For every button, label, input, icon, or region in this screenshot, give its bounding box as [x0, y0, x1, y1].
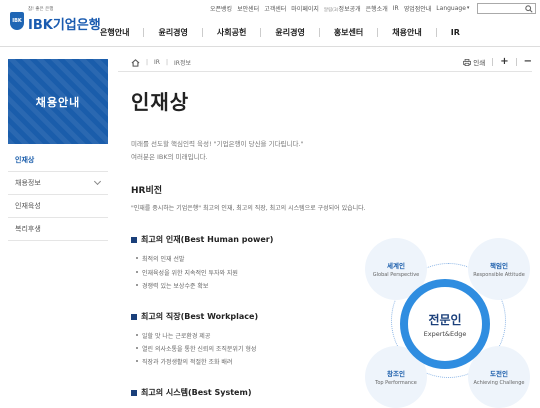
lnb-banner-title: 채용안내: [35, 95, 81, 109]
nav-item[interactable]: 은행안내: [100, 27, 129, 38]
square-bullet-icon: [131, 389, 137, 396]
chevron-down-icon: ▾: [466, 5, 470, 11]
util-prefix: 알림(3): [323, 7, 339, 13]
search-input[interactable]: [477, 2, 536, 14]
util-link[interactable]: 오픈뱅킹: [210, 4, 232, 13]
intro-text: 미래를 선도할 핵심인력 육성! "기업은행이 당신을 기다립니다.": [131, 140, 304, 148]
page: 오픈뱅킹 보안센터 고객센터 마이페이지 알림(3)정보공개 은행소개 IR 영…: [0, 0, 540, 408]
section-title: 최고의 직장(Best Workplace): [141, 312, 259, 321]
breadcrumb: | IR | IR정보: [131, 58, 191, 67]
node-title: 창조인: [387, 369, 405, 378]
intro-text: 여러분은 IBK의 미래입니다.: [131, 153, 208, 161]
hr-vision-heading: HR비전: [131, 186, 163, 196]
nav-divider: [435, 27, 437, 37]
diagram-node-responsible: 책임인 Responsible Attitude: [468, 238, 530, 300]
utility-bar: 오픈뱅킹 보안센터 고객센터 마이페이지 알림(3)정보공개 은행소개 IR 영…: [210, 2, 536, 14]
node-title: 세계인: [387, 261, 405, 270]
logo-slogan: 참! 좋은 은행: [28, 7, 54, 12]
lnb-menu: 인재상 채용정보 인재육성 복리후생: [8, 149, 108, 241]
tool-divider: [492, 58, 494, 66]
talent-diagram: 세계인 Global Perspective 책임인 Responsible A…: [365, 238, 530, 408]
node-subtitle: Responsible Attitude: [473, 271, 525, 278]
section-heading: 최고의 인재(Best Human power): [131, 234, 273, 245]
list-item: 열린 의사소통을 통한 신뢰의 조직분위기 형성: [135, 346, 257, 353]
main-nav: 은행안내 윤리경영 사회공헌 윤리경영 홍보센터 채용안내 IR: [100, 22, 540, 42]
util-link[interactable]: 고객센터: [264, 4, 286, 13]
util-link[interactable]: 마이페이지: [291, 4, 319, 13]
nav-divider: [143, 27, 145, 37]
square-bullet-icon: [131, 313, 137, 320]
logo-brand: IBK기업은행: [28, 18, 101, 33]
hr-vision-desc: "인재를 중시하는 기업은행" 최고의 인재, 최고의 직장, 최고의 시스템으…: [131, 205, 366, 212]
content-divider: [118, 71, 532, 72]
list-item: 직장과 가정생활의 적절한 조화 배려: [135, 359, 233, 366]
node-title: 도전인: [490, 369, 508, 378]
lnb-item-label: 채용정보: [15, 179, 41, 187]
nav-item[interactable]: 채용안내: [392, 27, 421, 38]
square-bullet-icon: [131, 236, 137, 243]
center-subtitle: Expert&Edge: [423, 329, 467, 338]
list-item: 인재육성을 위한 지속적인 투자와 지원: [136, 270, 238, 277]
lnb-item-talent[interactable]: 인재상: [8, 149, 108, 172]
nav-item[interactable]: IR: [451, 28, 460, 37]
node-subtitle: Achieving Challenge: [473, 379, 525, 386]
language-select[interactable]: Language ▾: [436, 5, 469, 12]
section-title: 최고의 시스템(Best System): [141, 388, 252, 397]
section-heading: 최고의 시스템(Best System): [131, 387, 251, 398]
logo-mark-icon: IBK: [10, 11, 24, 30]
diagram-center: 전문인 Expert&Edge: [400, 279, 490, 369]
lnb-item-welfare[interactable]: 복리후생: [8, 218, 108, 241]
section-title: 최고의 인재(Best Human power): [141, 235, 274, 244]
lnb-item-label: 복리후생: [15, 225, 41, 233]
center-title: 전문인: [428, 312, 462, 327]
nav-divider: [260, 27, 262, 37]
breadcrumb-separator: |: [165, 59, 169, 66]
search-icon[interactable]: [525, 4, 533, 13]
nav-item[interactable]: 윤리경영: [158, 27, 187, 38]
lnb-item-recruit-info[interactable]: 채용정보: [8, 172, 108, 195]
print-icon: [463, 58, 472, 66]
nav-item[interactable]: 사회공헌: [217, 27, 246, 38]
node-title: 책임인: [490, 261, 508, 270]
list-item: 일할 맛 나는 근로환경 제공: [135, 333, 211, 340]
util-link[interactable]: 영업점안내: [404, 4, 432, 13]
page-tools: 인쇄 + −: [463, 57, 532, 67]
print-button[interactable]: 인쇄: [463, 57, 485, 67]
node-subtitle: Top Performance: [375, 379, 417, 386]
print-label: 인쇄: [473, 59, 486, 67]
breadcrumb-item[interactable]: IR: [154, 59, 160, 66]
page-title: 인재상: [131, 90, 190, 114]
ibk-logo[interactable]: IBK 참! 좋은 은행 IBK기업은행: [10, 7, 101, 33]
breadcrumb-separator: |: [146, 59, 149, 66]
lnb-item-development[interactable]: 인재육성: [8, 195, 108, 218]
chevron-down-icon: [93, 177, 102, 186]
zoom-out-button[interactable]: −: [524, 57, 532, 67]
util-link-label: 정보공개: [338, 5, 361, 13]
nav-divider: [377, 27, 379, 37]
list-item: 최적의 인재 선발: [135, 256, 185, 263]
util-link[interactable]: 은행소개: [366, 4, 388, 13]
nav-divider: [318, 27, 320, 37]
language-label: Language: [436, 4, 466, 12]
util-link[interactable]: 알림(3)정보공개: [324, 4, 361, 13]
breadcrumb-item[interactable]: IR정보: [174, 58, 191, 67]
tool-divider: [515, 58, 517, 66]
lnb-item-label: 인재상: [15, 156, 35, 164]
zoom-in-button[interactable]: +: [500, 57, 508, 67]
lnb-item-label: 인재육성: [15, 202, 41, 210]
lnb-banner: 채용안내: [8, 59, 108, 144]
section-heading: 최고의 직장(Best Workplace): [131, 311, 258, 322]
home-icon[interactable]: [131, 58, 140, 67]
nav-item[interactable]: 홍보센터: [334, 27, 363, 38]
util-link[interactable]: 보안센터: [237, 4, 259, 13]
util-link[interactable]: IR: [393, 5, 399, 12]
nav-item[interactable]: 윤리경영: [275, 27, 304, 38]
nav-divider: [201, 27, 203, 37]
header-divider: [0, 46, 540, 47]
list-item: 경쟁력 있는 보상수준 확보: [135, 283, 209, 290]
node-subtitle: Global Perspective: [372, 271, 420, 278]
